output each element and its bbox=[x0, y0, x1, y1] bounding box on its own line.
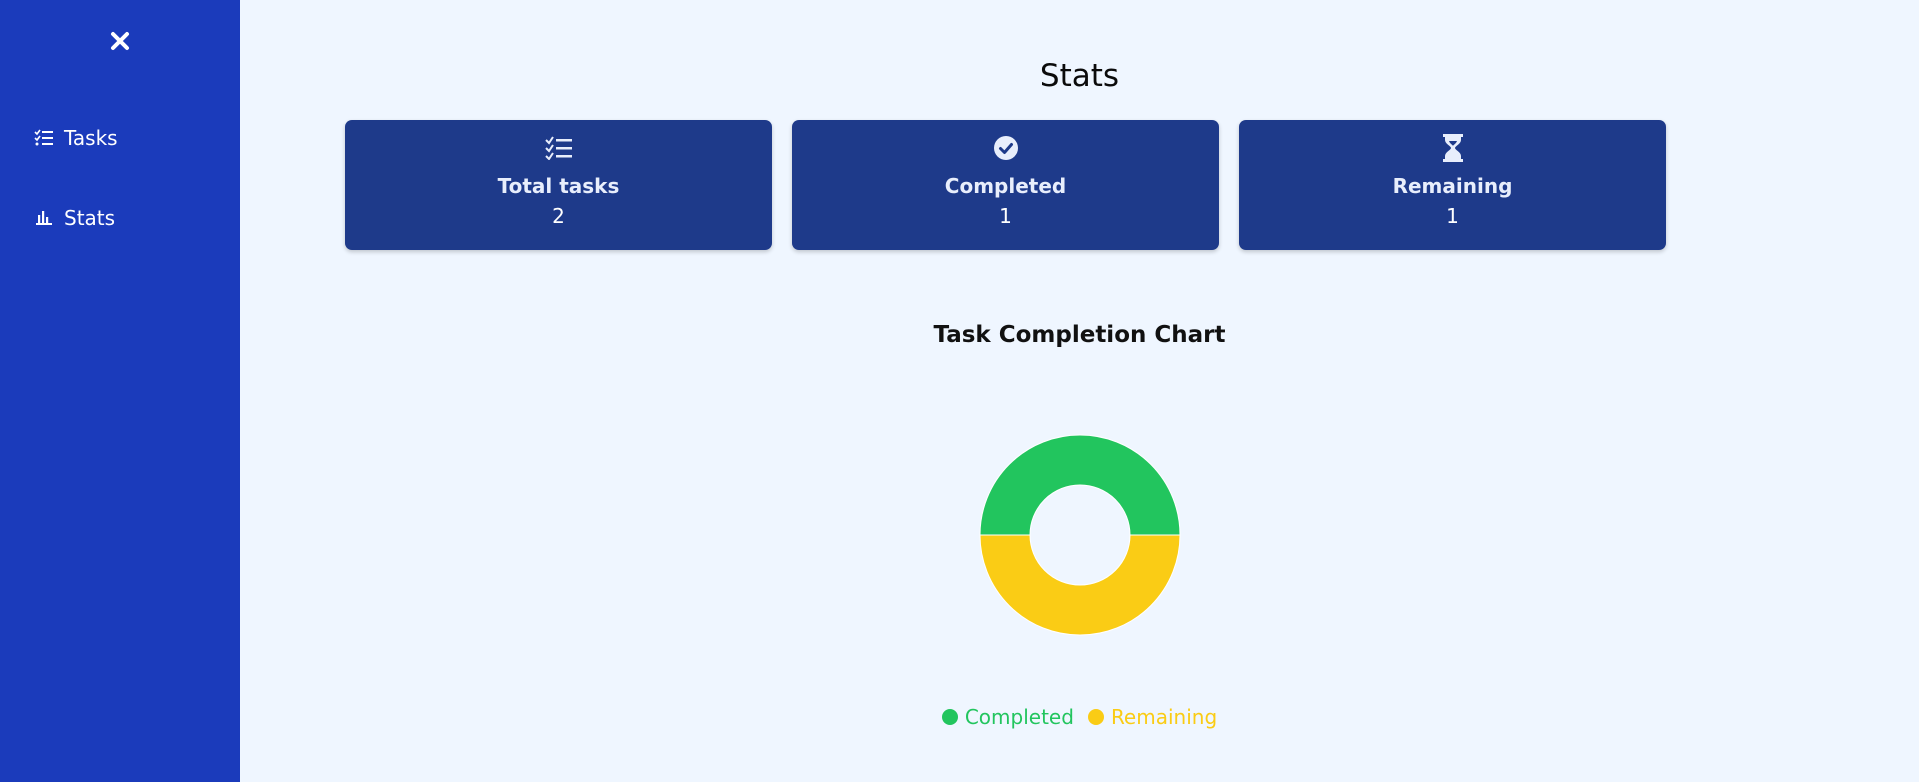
close-sidebar-button[interactable] bbox=[107, 30, 133, 56]
legend-label: Completed bbox=[964, 705, 1074, 729]
stat-card-label: Remaining bbox=[1392, 174, 1513, 198]
task-list-icon bbox=[544, 134, 573, 162]
hourglass-icon bbox=[1439, 134, 1467, 162]
stat-card-total: Total tasks 2 bbox=[345, 120, 772, 250]
stat-card-label: Total tasks bbox=[497, 174, 620, 198]
sidebar: Tasks Stats bbox=[0, 0, 240, 782]
close-icon bbox=[110, 31, 130, 55]
legend-swatch bbox=[1087, 709, 1104, 725]
chart-title: Task Completion Chart bbox=[933, 322, 1226, 348]
donut-chart bbox=[978, 434, 1181, 636]
donut-slice-completed[interactable] bbox=[978, 434, 1181, 536]
sidebar-item-tasks[interactable]: Tasks bbox=[34, 126, 118, 150]
legend-label: Remaining bbox=[1110, 705, 1218, 729]
sidebar-item-label: Stats bbox=[64, 206, 116, 230]
stat-card-value: 1 bbox=[1446, 204, 1459, 228]
stat-card-remaining: Remaining 1 bbox=[1239, 120, 1666, 250]
main-content: Stats Total tasks 2 Completed 1 Remainin… bbox=[240, 0, 1919, 782]
donut-slice-remaining[interactable] bbox=[978, 534, 1181, 636]
legend-item-completed[interactable]: Completed bbox=[941, 705, 1074, 729]
stat-card-completed: Completed 1 bbox=[792, 120, 1219, 250]
chart-container bbox=[240, 430, 1919, 640]
task-list-icon bbox=[34, 128, 54, 148]
stats-cards: Total tasks 2 Completed 1 Remaining 1 bbox=[345, 120, 1666, 250]
sidebar-item-label: Tasks bbox=[64, 126, 118, 150]
chart-legend: Completed Remaining bbox=[240, 705, 1919, 729]
legend-item-remaining[interactable]: Remaining bbox=[1087, 705, 1218, 729]
stat-card-label: Completed bbox=[944, 174, 1067, 198]
app-root: Tasks Stats Stats Total tasks 2 Complete… bbox=[0, 0, 1919, 782]
stat-card-value: 1 bbox=[999, 204, 1012, 228]
stat-card-value: 2 bbox=[552, 204, 565, 228]
legend-swatch bbox=[941, 709, 958, 725]
bar-chart-icon bbox=[34, 208, 54, 228]
check-circle-icon bbox=[992, 134, 1020, 162]
sidebar-item-stats[interactable]: Stats bbox=[34, 206, 115, 230]
page-title: Stats bbox=[1039, 58, 1120, 94]
